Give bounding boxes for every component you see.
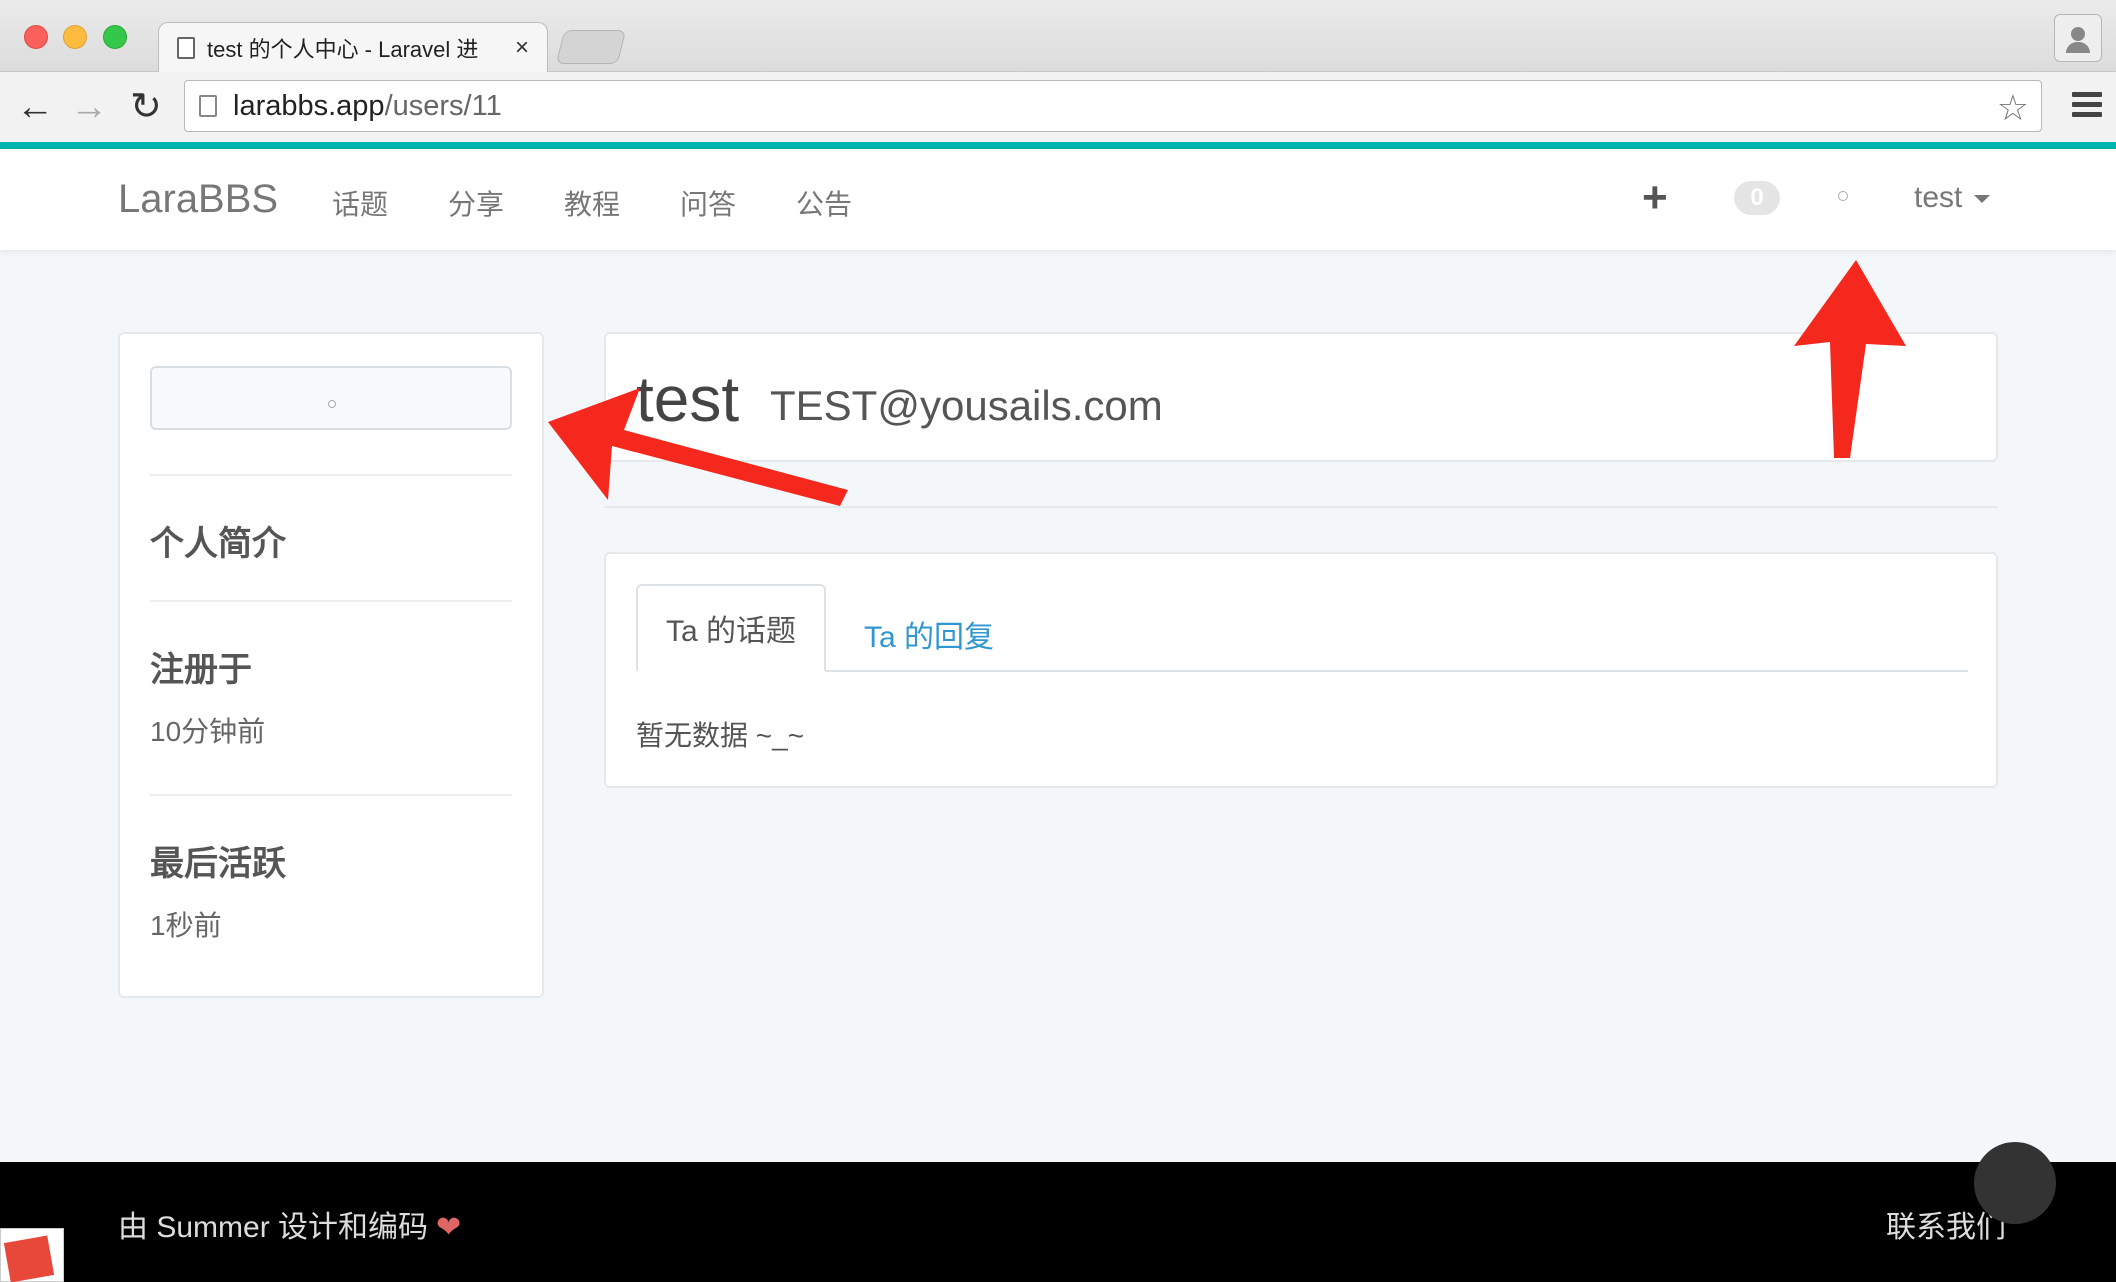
user-dropdown[interactable]: test [1914, 181, 1991, 215]
notification-badge[interactable]: 0 [1734, 181, 1780, 215]
page-icon [177, 37, 195, 59]
activity-panel: Ta 的话题 Ta 的回复 暂无数据 ~_~ [604, 552, 1998, 788]
tab-topics[interactable]: Ta 的话题 [636, 584, 826, 672]
nav-link-share[interactable]: 分享 [448, 183, 504, 223]
empty-message: 暂无数据 ~_~ [636, 720, 805, 751]
registered-title: 注册于 [150, 651, 252, 689]
site-navbar: LaraBBS 话题 分享 教程 问答 公告 + 0 test [0, 149, 2116, 250]
bookmark-star-icon[interactable]: ☆ [1997, 87, 2029, 129]
heart-icon: ❤ [436, 1211, 462, 1244]
window-close-button[interactable] [24, 25, 48, 49]
url-path: /users/11 [384, 89, 502, 122]
forward-arrow-icon[interactable]: → [70, 88, 108, 126]
footer-credit-text: 由 Summer 设计和编码 [118, 1211, 429, 1244]
caret-down-icon [1974, 195, 1991, 204]
page-icon [199, 95, 217, 117]
broken-image-icon [328, 400, 336, 408]
profile-name: test [636, 363, 740, 435]
bio-title: 个人简介 [150, 525, 286, 563]
reload-icon[interactable]: ↻ [130, 88, 162, 126]
user-dropdown-label: test [1914, 181, 1963, 214]
nav-link-tutorials[interactable]: 教程 [564, 183, 620, 223]
last-active-title: 最后活跃 [150, 845, 286, 883]
accent-bar [0, 142, 2116, 149]
last-active-value: 1秒前 [150, 910, 222, 941]
browser-toolbar: ← → ↻ larabbs.app/users/11 ☆ [0, 72, 2116, 142]
new-tab-button[interactable] [555, 30, 627, 64]
tabs-underline [636, 670, 1968, 672]
site-brand[interactable]: LaraBBS [118, 177, 278, 222]
app-logo-icon [0, 1228, 64, 1282]
site-footer: 由 Summer 设计和编码 ❤ 联系我们 [0, 1162, 2116, 1282]
nav-link-announcements[interactable]: 公告 [796, 183, 852, 223]
divider [150, 794, 512, 796]
create-topic-plus-icon[interactable]: + [1642, 173, 1668, 223]
divider [150, 600, 512, 602]
user-avatar[interactable] [1838, 191, 1848, 201]
address-bar[interactable]: larabbs.app/users/11 ☆ [184, 80, 2042, 132]
divider [604, 506, 1998, 508]
tab-title: test 的个人中心 - Laravel 进 [207, 37, 479, 62]
tab-replies[interactable]: Ta 的回复 [864, 612, 994, 656]
footer-credit: 由 Summer 设计和编码 ❤ [118, 1202, 461, 1246]
browser-menu-icon[interactable] [2072, 92, 2102, 122]
person-icon [2071, 27, 2085, 41]
browser-tab[interactable]: test 的个人中心 - Laravel 进 × [158, 22, 548, 73]
profile-button[interactable] [2054, 14, 2102, 62]
divider [150, 474, 512, 476]
nav-link-qa[interactable]: 问答 [680, 183, 736, 223]
profile-header: test TEST@yousails.com [604, 332, 1998, 462]
back-arrow-icon[interactable]: ← [16, 88, 54, 126]
scroll-to-top-button[interactable] [1974, 1142, 2056, 1224]
window-minimize-button[interactable] [63, 25, 87, 49]
profile-email: TEST@yousails.com [770, 382, 1163, 429]
browser-titlebar: test 的个人中心 - Laravel 进 × [0, 0, 2116, 73]
profile-avatar [150, 366, 512, 430]
window-maximize-button[interactable] [103, 25, 127, 49]
url-host: larabbs.app [233, 89, 385, 122]
tab-close-icon[interactable]: × [515, 34, 529, 62]
nav-link-topics[interactable]: 话题 [332, 183, 388, 223]
registered-value: 10分钟前 [150, 716, 266, 747]
profile-sidebar: 个人简介 注册于 10分钟前 最后活跃 1秒前 [118, 332, 544, 998]
